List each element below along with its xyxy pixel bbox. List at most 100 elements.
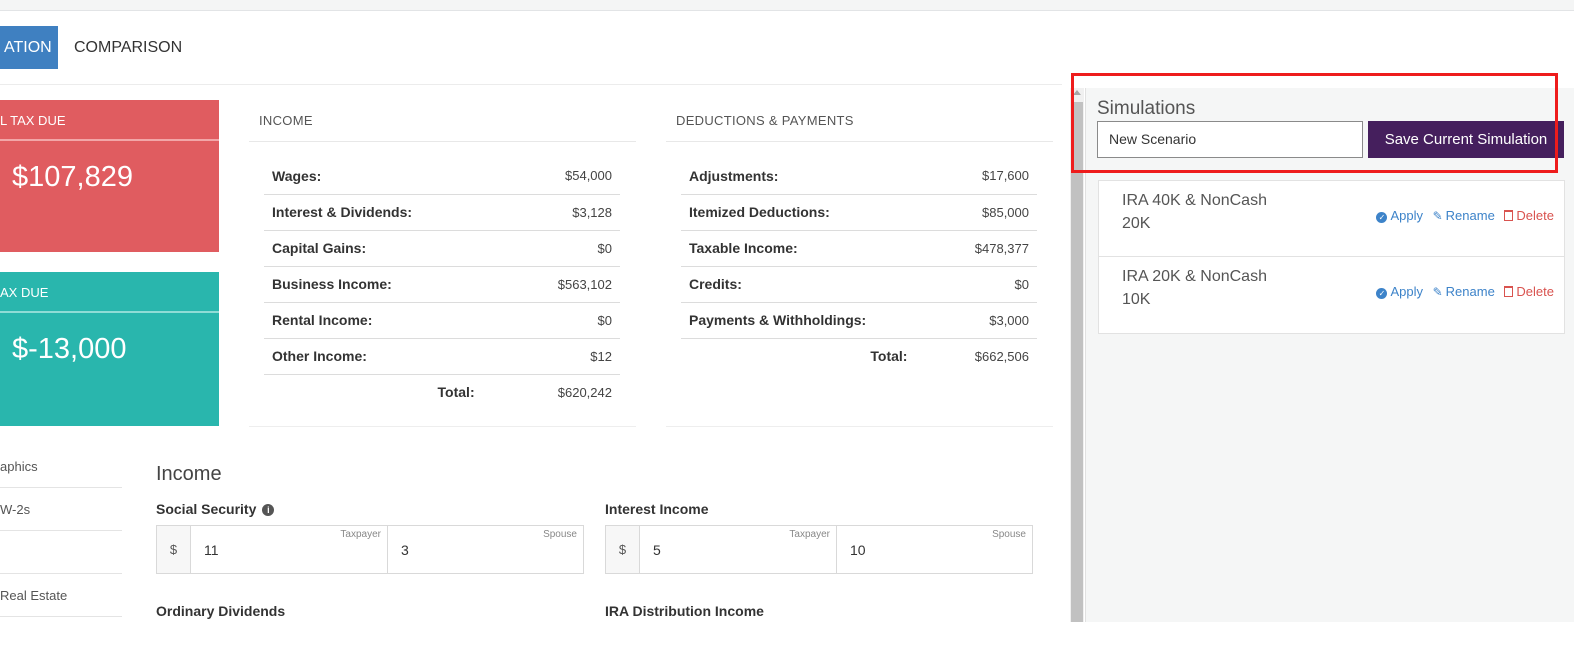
rename-label: Rename [1445, 284, 1495, 299]
total-row: Total: $662,506 [681, 338, 1037, 374]
left-nav-item-w2s[interactable]: W-2s [0, 488, 122, 531]
table-row: Payments & Withholdings: $3,000 [681, 302, 1037, 339]
row-value: $12 [514, 338, 620, 375]
row-value: $0 [514, 302, 620, 339]
simulation-actions: ✓ Apply ✎ Rename Delete [1370, 208, 1554, 223]
row-label: Itemized Deductions: [681, 194, 948, 231]
rename-button[interactable]: ✎ Rename [1433, 208, 1495, 223]
rename-label: Rename [1445, 208, 1495, 223]
total-tax-due-value: $107,829 [12, 161, 133, 193]
taxpayer-caption: Taxpayer [340, 529, 381, 540]
row-label: Other Income: [264, 338, 515, 375]
taxpayer-caption: Taxpayer [789, 529, 830, 540]
taxpayer-value: 5 [653, 542, 661, 558]
apply-button[interactable]: ✓ Apply [1376, 284, 1423, 299]
row-label: Rental Income: [264, 302, 515, 339]
row-label: Business Income: [264, 266, 515, 303]
scrollbar-thumb[interactable] [1071, 102, 1083, 622]
rename-button[interactable]: ✎ Rename [1433, 284, 1495, 299]
list-item: IRA 40K & NonCash 20K ✓ Apply ✎ Rename Del… [1099, 181, 1564, 257]
left-nav-item-blank[interactable] [0, 531, 122, 574]
apply-button[interactable]: ✓ Apply [1376, 208, 1423, 223]
social-security-label: Social Security i [156, 501, 275, 517]
info-icon[interactable]: i [262, 504, 275, 516]
interest-income-label: Interest Income [605, 501, 709, 517]
spouse-value: 10 [850, 542, 866, 558]
total-tax-due-card: L TAX DUE $107,829 [0, 100, 219, 252]
row-value: $0 [514, 230, 620, 267]
tax-due-label: AX DUE [0, 272, 219, 313]
check-circle-icon: ✓ [1376, 212, 1388, 223]
social-security-taxpayer-input[interactable]: Taxpayer 11 [191, 526, 388, 573]
total-label: Total: [870, 348, 908, 365]
row-value: $478,377 [947, 230, 1037, 267]
table-row: Taxable Income: $478,377 [681, 230, 1037, 267]
spouse-value: 3 [401, 542, 409, 558]
table-row: Itemized Deductions: $85,000 [681, 194, 1037, 231]
row-value: $3,128 [514, 194, 620, 231]
table-row: Interest & Dividends: $3,128 [264, 194, 620, 231]
pencil-icon: ✎ [1432, 285, 1443, 299]
apply-label: Apply [1390, 284, 1423, 299]
table-row: Business Income: $563,102 [264, 266, 620, 303]
row-value: $563,102 [514, 266, 620, 303]
tax-due-value: $-13,000 [12, 333, 127, 365]
simulation-list: IRA 40K & NonCash 20K ✓ Apply ✎ Rename Del… [1098, 180, 1565, 334]
row-value: $17,600 [947, 158, 1037, 195]
social-security-input-group: $ Taxpayer 11 Spouse 3 [156, 525, 584, 574]
left-nav: aphics W-2s Real Estate [0, 445, 122, 660]
trash-icon [1504, 286, 1514, 297]
row-label: Wages: [264, 158, 515, 195]
table-row: Credits: $0 [681, 266, 1037, 303]
table-row: Rental Income: $0 [264, 302, 620, 339]
social-security-spouse-input[interactable]: Spouse 3 [388, 526, 583, 573]
currency-addon: $ [606, 526, 640, 573]
ordinary-dividends-label: Ordinary Dividends [156, 603, 286, 619]
deductions-summary: DEDUCTIONS & PAYMENTS Adjustments: $17,60… [666, 100, 1053, 427]
pencil-icon: ✎ [1432, 209, 1443, 223]
total-tax-due-label: L TAX DUE [0, 100, 219, 141]
row-value: $3,000 [947, 302, 1037, 339]
income-section-title: Income [156, 463, 222, 485]
simulation-name: IRA 40K & NonCash 20K [1122, 192, 1267, 232]
row-value: $85,000 [947, 194, 1037, 231]
row-value: $54,000 [514, 158, 620, 195]
row-value: $0 [947, 266, 1037, 303]
simulation-name: IRA 20K & NonCash 10K [1122, 268, 1267, 308]
highlight-box [1071, 73, 1558, 173]
interest-income-spouse-input[interactable]: Spouse 10 [837, 526, 1032, 573]
delete-label: Delete [1516, 208, 1554, 223]
delete-button[interactable]: Delete [1504, 208, 1554, 223]
simulation-actions: ✓ Apply ✎ Rename Delete [1370, 284, 1554, 299]
total-value: $662,506 [974, 348, 1029, 364]
row-label: Capital Gains: [264, 230, 515, 267]
left-nav-item-demographics[interactable]: aphics [0, 445, 122, 488]
check-circle-icon: ✓ [1376, 288, 1388, 299]
ira-distribution-label: IRA Distribution Income [605, 603, 764, 619]
income-summary-title: INCOME [249, 100, 636, 142]
total-value: $620,242 [557, 384, 612, 400]
spouse-caption: Spouse [543, 529, 577, 540]
row-label: Adjustments: [681, 158, 948, 195]
left-nav-item-next[interactable] [0, 617, 122, 660]
delete-button[interactable]: Delete [1504, 284, 1554, 299]
row-label: Payments & Withholdings: [681, 302, 948, 339]
table-row: Wages: $54,000 [264, 158, 620, 195]
interest-income-taxpayer-input[interactable]: Taxpayer 5 [640, 526, 837, 573]
table-row: Adjustments: $17,600 [681, 158, 1037, 195]
list-item: IRA 20K & NonCash 10K ✓ Apply ✎ Rename Del… [1099, 257, 1564, 333]
taxpayer-value: 11 [204, 542, 219, 558]
total-label: Total: [437, 384, 475, 401]
tab-simulation[interactable]: ATION [0, 26, 58, 69]
tax-due-card: AX DUE $-13,000 [0, 272, 219, 426]
trash-icon [1504, 210, 1514, 221]
row-label: Interest & Dividends: [264, 194, 515, 231]
tab-divider [0, 84, 1062, 85]
tab-comparison[interactable]: COMPARISON [74, 26, 182, 69]
left-nav-item-real-estate[interactable]: Real Estate [0, 574, 122, 617]
row-label: Taxable Income: [681, 230, 948, 267]
total-row: Total: $620,242 [264, 374, 620, 410]
currency-addon: $ [157, 526, 191, 573]
deductions-summary-title: DEDUCTIONS & PAYMENTS [666, 100, 1053, 142]
social-security-label-text: Social Security [156, 501, 257, 517]
